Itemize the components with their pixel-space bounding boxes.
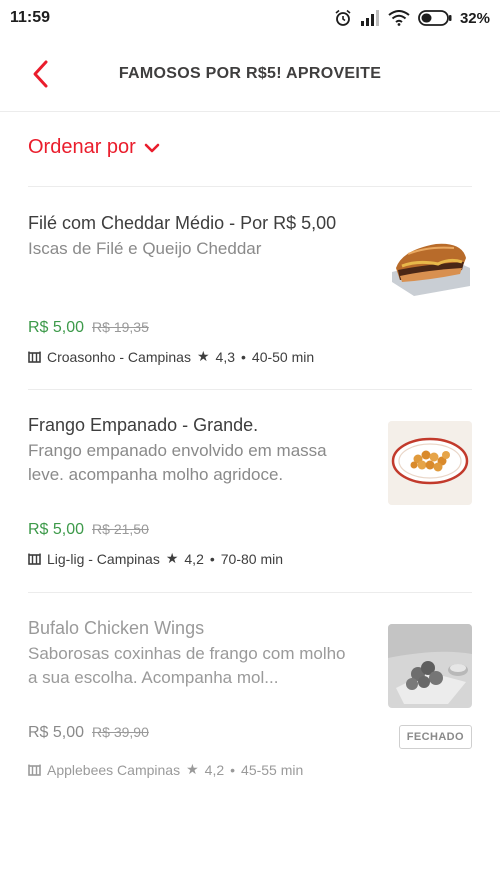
list-item[interactable]: Filé com Cheddar Médio - Por R$ 5,00 Isc… <box>28 211 472 381</box>
store-name: Lig-lig - Campinas <box>47 550 160 567</box>
status-bar: 11:59 32% <box>0 0 500 36</box>
delivery-time: 45-55 min <box>241 761 304 778</box>
bullet-separator: • <box>209 550 215 567</box>
item-title: Frango Empanado - Grande. <box>28 415 259 435</box>
delivery-time: 40-50 min <box>251 348 315 365</box>
divider <box>28 389 472 390</box>
store-rating: 4,2 <box>184 550 204 567</box>
store-row: Lig-lig - Campinas ★ 4,2 • 70-80 min <box>28 550 283 567</box>
alarm-icon <box>335 9 351 26</box>
item-price: R$ 5,00 <box>28 319 85 336</box>
store-icon <box>28 764 41 776</box>
store-rating: 4,3 <box>215 348 235 365</box>
chevron-down-icon <box>144 143 160 152</box>
list-item[interactable]: Bufalo Chicken Wings Saborosas coxinhas … <box>28 616 472 786</box>
wifi-icon <box>388 10 410 26</box>
bullet-separator: • <box>241 348 246 365</box>
store-row: Croasonho - Campinas ★ 4,3 • 40-50 min <box>28 348 314 365</box>
item-old-price: R$ 39,90 <box>92 724 149 740</box>
store-name: Applebees Campinas <box>47 761 181 778</box>
store-name: Croasonho - Campinas <box>47 348 191 365</box>
item-image <box>388 421 472 505</box>
signal-icon <box>360 10 379 26</box>
item-image <box>388 624 472 708</box>
price-row: R$ 5,00 R$ 19,35 <box>28 319 149 337</box>
sort-dropdown[interactable]: Ordenar por <box>28 136 160 159</box>
store-row: Applebees Campinas ★ 4,2 • 45-55 min <box>28 761 303 778</box>
battery-icon <box>418 10 452 26</box>
store-icon <box>28 351 41 363</box>
store-rating: 4,2 <box>204 761 225 778</box>
status-time: 11:59 <box>10 9 51 26</box>
app-header: FAMOSOS POR R$5! APROVEITE <box>0 36 500 112</box>
star-icon: ★ <box>196 348 210 364</box>
star-icon: ★ <box>165 550 179 566</box>
item-description: Frango empanado envolvido em massa leve.… <box>28 441 327 484</box>
item-old-price: R$ 19,35 <box>92 319 149 335</box>
price-row: R$ 5,00 R$ 21,50 <box>28 521 149 539</box>
closed-badge: FECHADO <box>398 725 472 749</box>
list-item[interactable]: Frango Empanado - Grande. Frango empanad… <box>28 413 472 583</box>
star-icon: ★ <box>186 761 199 777</box>
back-button[interactable] <box>22 56 58 92</box>
item-price: R$ 5,00 <box>28 724 85 741</box>
item-description: Saborosas coxinhas de frango com molho a… <box>28 644 346 687</box>
delivery-time: 70-80 min <box>220 550 284 567</box>
item-image <box>388 224 472 308</box>
bullet-separator: • <box>230 761 236 778</box>
price-row: R$ 5,00 R$ 39,90 <box>28 724 149 742</box>
page-title: FAMOSOS POR R$5! APROVEITE <box>118 64 382 82</box>
sort-label: Ordenar por <box>28 136 136 158</box>
item-price: R$ 5,00 <box>28 521 85 538</box>
item-description: Iscas de Filé e Queijo Cheddar <box>28 239 262 258</box>
item-title: Filé com Cheddar Médio - Por R$ 5,00 <box>28 213 337 233</box>
divider <box>28 592 472 593</box>
item-old-price: R$ 21,50 <box>92 521 149 537</box>
item-title: Bufalo Chicken Wings <box>28 618 205 638</box>
status-icons: 32% <box>334 9 490 27</box>
battery-percentage: 32% <box>459 9 490 27</box>
store-icon <box>28 553 41 565</box>
divider <box>28 186 472 187</box>
chevron-left-icon <box>33 60 48 88</box>
